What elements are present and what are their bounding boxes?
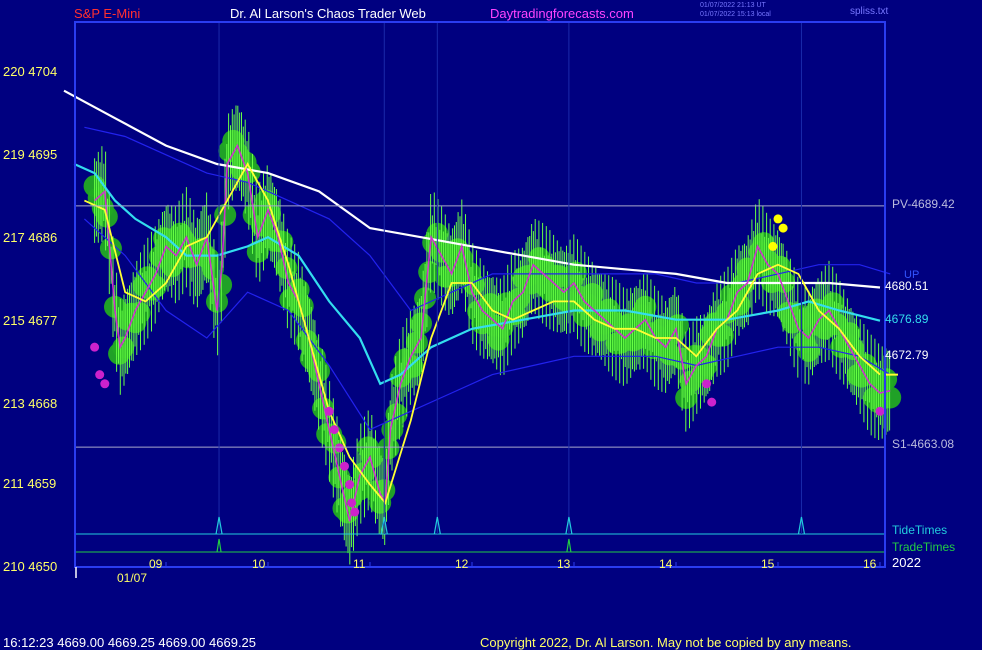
x-tick-label: 11: [353, 557, 366, 571]
white-ema-value: 4680.51: [885, 279, 929, 293]
magenta-marker: [350, 507, 360, 517]
timestamp-ut: 01/07/2022 21:13 UT: [700, 2, 766, 9]
chart-canvas: [63, 21, 902, 578]
trade-times-label: TradeTimes: [892, 540, 956, 554]
date-label: 01/07: [117, 571, 148, 585]
timestamp-local: 01/07/2022 15:13 local: [700, 11, 771, 18]
magenta-marker: [95, 370, 105, 380]
yellow-marker: [768, 241, 778, 251]
trade-spike: [566, 538, 572, 553]
yellow-marker: [773, 214, 783, 224]
magenta-marker: [707, 397, 717, 407]
price-bubble: [405, 331, 428, 354]
x-tick-label: 10: [252, 557, 266, 571]
magenta-marker: [329, 425, 339, 435]
last-price-value: 4672.79: [885, 348, 929, 362]
site-title: Dr. Al Larson's Chaos Trader Web: [230, 6, 426, 21]
tide-times-label: TideTimes: [892, 523, 948, 537]
y-tick-label: 210 4650: [3, 559, 58, 574]
symbol-title: S&P E-Mini: [74, 6, 141, 21]
y-tick-label: 217 4686: [3, 230, 58, 245]
magenta-marker: [324, 406, 334, 416]
copyright-text: Copyright 2022, Dr. Al Larson. May not b…: [480, 635, 852, 650]
y-tick-label: 219 4695: [3, 147, 58, 162]
y-tick-label: 213 4668: [3, 396, 58, 411]
cyan-ema-value: 4676.89: [885, 312, 929, 326]
x-tick-label: 12: [455, 557, 469, 571]
magenta-marker: [345, 480, 355, 490]
y-tick-label: 215 4677: [3, 313, 58, 328]
magenta-marker: [340, 461, 349, 471]
magenta-marker: [702, 379, 712, 389]
magenta-marker: [347, 498, 357, 508]
pv-level-label: PV-4689.42: [892, 197, 955, 211]
magenta-marker: [875, 406, 885, 416]
yellow-marker: [778, 223, 788, 233]
x-tick-label: 09: [149, 557, 163, 571]
filename-label: spliss.txt: [850, 6, 889, 17]
magenta-marker: [334, 443, 344, 453]
x-tick-label: 15: [761, 557, 775, 571]
magenta-marker: [100, 379, 110, 389]
x-tick-label: 16: [863, 557, 877, 571]
price-bubbles: [83, 129, 902, 524]
x-tick-label: 13: [557, 557, 571, 571]
y-tick-label: 220 4704: [3, 64, 58, 79]
s1-level-label: S1-4663.08: [892, 437, 955, 451]
website-link[interactable]: Daytradingforecasts.com: [490, 7, 634, 20]
magenta-marker: [90, 342, 100, 352]
quote-line: 16:12:23 4669.00 4669.25 4669.00 4669.25: [3, 635, 257, 650]
y-tick-label: 211 4659: [3, 476, 57, 491]
year-label: 2022: [892, 555, 921, 570]
x-tick-label: 14: [659, 557, 673, 571]
trade-spike: [216, 538, 222, 553]
